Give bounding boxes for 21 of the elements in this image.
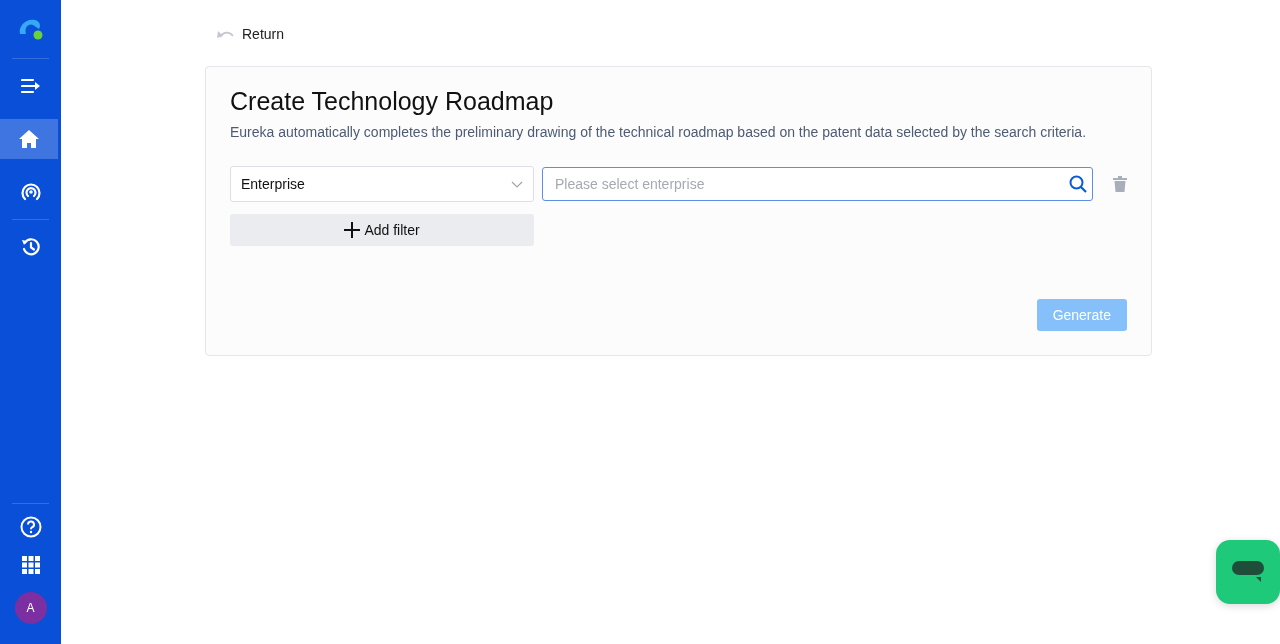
chat-button[interactable] xyxy=(1216,540,1280,604)
signal-icon xyxy=(19,182,42,202)
type-select[interactable]: Enterprise xyxy=(230,166,534,202)
sidebar-nav-button[interactable] xyxy=(0,119,58,159)
return-link[interactable]: Return xyxy=(217,26,285,42)
expand-menu-icon xyxy=(20,78,41,94)
logo-icon xyxy=(17,18,44,40)
home-icon xyxy=(19,130,39,148)
card-description: Eureka automatically completes the preliminary drawing of the technical roadmap based on the patent data selected by the search criteria. xyxy=(230,124,1088,140)
help-icon[interactable] xyxy=(19,516,42,538)
card-title: Create Technology Roadmap xyxy=(230,87,555,116)
user-avatar[interactable]: A xyxy=(14,592,47,624)
enterprise-search-field[interactable]: Please select enterprise xyxy=(542,167,1093,201)
plus-icon xyxy=(344,222,361,238)
add-filter-button[interactable]: Add filter xyxy=(230,214,534,246)
history-icon xyxy=(20,237,41,257)
chat-bubble-icon xyxy=(1232,561,1264,583)
undo-arrow-icon xyxy=(217,29,234,39)
apps-grid-icon[interactable] xyxy=(21,556,40,574)
search-icon[interactable] xyxy=(1069,175,1087,193)
chevron-down-icon xyxy=(511,180,523,188)
